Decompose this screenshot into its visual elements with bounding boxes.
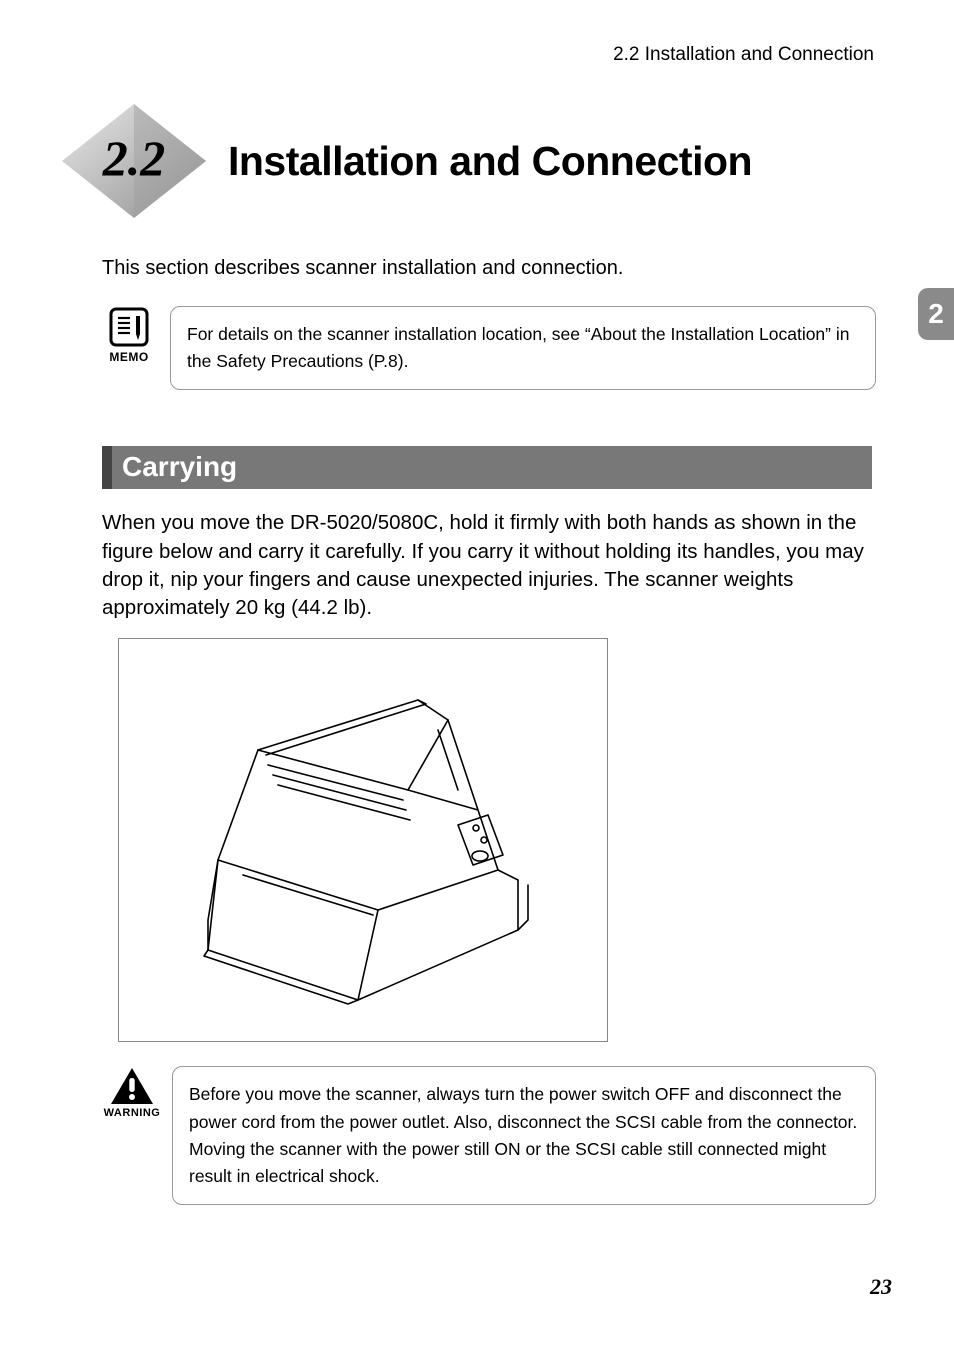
- scanner-illustration: [118, 638, 608, 1042]
- warning-icon-container: WARNING: [102, 1066, 162, 1119]
- page-title: Installation and Connection: [228, 138, 752, 185]
- section-badge: 2.2: [54, 96, 214, 226]
- memo-label: MEMO: [109, 350, 148, 364]
- chapter-tab-number: 2: [928, 298, 944, 330]
- chapter-tab: 2: [918, 288, 954, 340]
- warning-label: WARNING: [104, 1107, 161, 1119]
- memo-text: For details on the scanner installation …: [170, 306, 876, 390]
- title-section: 2.2 Installation and Connection: [54, 96, 896, 226]
- intro-text: This section describes scanner installat…: [102, 254, 896, 282]
- memo-icon: [108, 306, 150, 348]
- warning-text: Before you move the scanner, always turn…: [172, 1066, 876, 1205]
- body-text: When you move the DR-5020/5080C, hold it…: [102, 509, 874, 622]
- warning-icon: [109, 1066, 155, 1106]
- warning-block: WARNING Before you move the scanner, alw…: [102, 1066, 876, 1205]
- page: 2.2 Installation and Connection 2 2.2 In…: [0, 0, 954, 1348]
- memo-icon-container: MEMO: [102, 306, 156, 364]
- scanner-line-art: [148, 660, 578, 1020]
- running-header: 2.2 Installation and Connection: [58, 44, 874, 66]
- subheading-carrying: Carrying: [102, 446, 872, 489]
- memo-block: MEMO For details on the scanner installa…: [102, 306, 876, 390]
- page-number: 23: [870, 1274, 892, 1300]
- section-badge-number: 2.2: [103, 129, 166, 187]
